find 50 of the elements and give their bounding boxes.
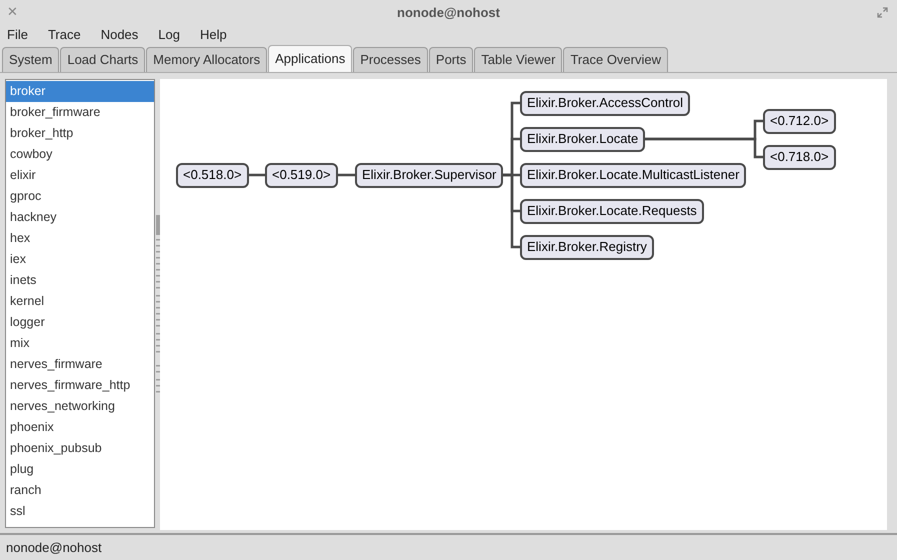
menu-item[interactable]: Trace	[48, 25, 81, 45]
window-title: nonode@nohost	[397, 4, 500, 22]
application-item[interactable]: hackney	[6, 207, 154, 228]
process-node[interactable]: Elixir.Broker.Registry	[520, 234, 654, 260]
process-node[interactable]: <0.518.0>	[176, 162, 249, 188]
menu-item[interactable]: Help	[200, 25, 227, 45]
application-item[interactable]: inets	[6, 270, 154, 291]
connector-line	[338, 174, 355, 176]
tab[interactable]: Load Charts	[60, 47, 146, 72]
tab[interactable]: Table Viewer	[474, 47, 562, 72]
application-item[interactable]: gproc	[6, 186, 154, 207]
application-item[interactable]: logger	[6, 312, 154, 333]
application-item[interactable]: phoenix	[6, 417, 154, 438]
menu-item[interactable]: Nodes	[100, 25, 138, 45]
application-item[interactable]: broker_firmware	[6, 102, 154, 123]
application-item[interactable]: kernel	[6, 291, 154, 312]
application-item[interactable]: nerves_firmware	[6, 354, 154, 375]
application-item[interactable]: iex	[6, 249, 154, 270]
application-item[interactable]: plug	[6, 459, 154, 480]
tab[interactable]: Processes	[353, 47, 428, 72]
maximize-icon[interactable]	[877, 7, 888, 18]
application-item[interactable]: hex	[6, 228, 154, 249]
tab[interactable]: System	[2, 47, 60, 72]
tab[interactable]: Trace Overview	[563, 47, 668, 72]
process-node[interactable]: Elixir.Broker.AccessControl	[520, 90, 690, 116]
application-item[interactable]: broker	[6, 81, 154, 102]
process-node[interactable]: Elixir.Broker.Locate	[520, 126, 646, 152]
menu-item[interactable]: File	[7, 25, 28, 45]
application-item[interactable]: nerves_networking	[6, 396, 154, 417]
menu-item[interactable]: Log	[158, 25, 180, 45]
process-node[interactable]: <0.712.0>	[763, 108, 836, 134]
process-node[interactable]: <0.718.0>	[763, 144, 836, 170]
application-item[interactable]: ssl	[6, 501, 154, 522]
application-item[interactable]: mix	[6, 333, 154, 354]
application-item[interactable]: elixir	[6, 165, 154, 186]
application-item[interactable]: nerves_firmware_http	[6, 375, 154, 396]
application-item[interactable]: ranch	[6, 480, 154, 501]
application-item[interactable]: cowboy	[6, 144, 154, 165]
tab[interactable]: Ports	[428, 47, 474, 72]
application-item[interactable]: phoenix_pubsub	[6, 438, 154, 459]
process-node[interactable]: Elixir.Broker.Locate.MulticastListener	[520, 162, 746, 188]
connector-line	[249, 174, 265, 176]
tab[interactable]: Memory Allocators	[146, 47, 268, 72]
application-item[interactable]: broker_http	[6, 123, 154, 144]
status-text: nonode@nohost	[6, 538, 102, 557]
tab[interactable]: Applications	[268, 45, 352, 72]
process-node[interactable]: Elixir.Broker.Locate.Requests	[520, 198, 704, 224]
process-node[interactable]: Elixir.Broker.Supervisor	[355, 162, 504, 188]
process-node[interactable]: <0.519.0>	[265, 162, 338, 188]
splitter-handle[interactable]	[156, 214, 160, 394]
